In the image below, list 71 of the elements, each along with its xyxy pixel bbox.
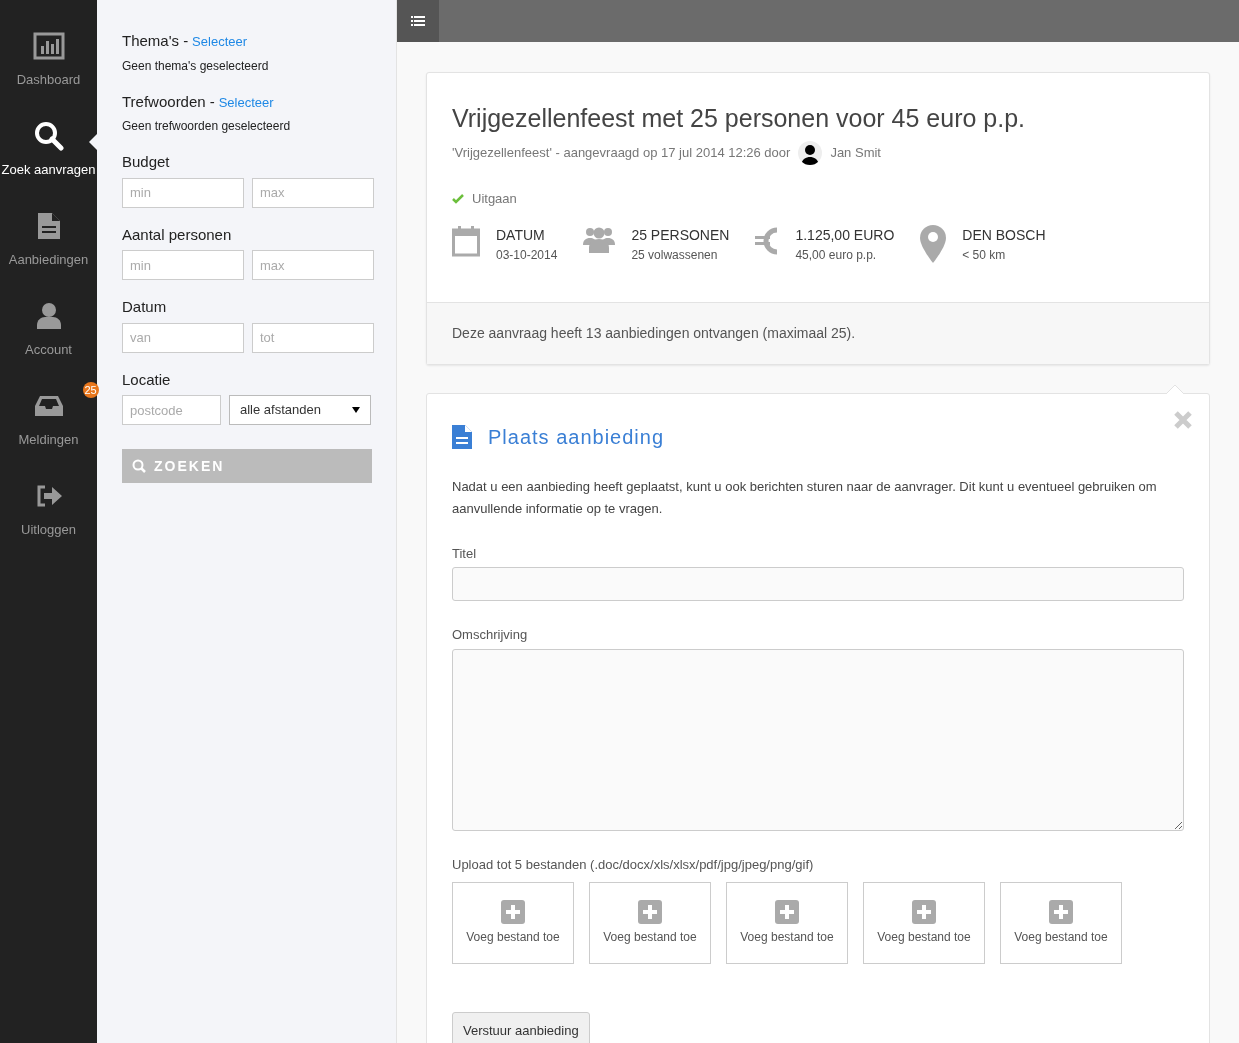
- distance-dropdown[interactable]: alle afstanden: [229, 395, 371, 425]
- postcode-field[interactable]: postcode: [122, 395, 221, 425]
- inbox-icon: [34, 394, 63, 418]
- filter-note: Geen thema's geselecteerd: [122, 57, 270, 75]
- list-icon: [411, 15, 425, 27]
- add-file-button[interactable]: Voeg bestand toe: [1000, 882, 1122, 964]
- dashboard-icon: [32, 32, 65, 60]
- range-field[interactable]: max: [252, 177, 374, 208]
- range-field[interactable]: min: [122, 250, 244, 280]
- check-icon: [452, 193, 464, 204]
- user-icon: [36, 303, 61, 329]
- submit-button[interactable]: Verstuur aanbieding: [452, 1012, 590, 1043]
- upload-label: Upload tot 5 bestanden (.doc/docx/xls/xlsx/pdf/jpg/jpeg/png/gif): [452, 855, 815, 874]
- avatar-silhouette: [798, 141, 823, 165]
- fact-title: 25 PERSONEN: [631, 225, 730, 245]
- nav-item[interactable]: Aanbiedingen: [0, 202, 97, 292]
- nav-item[interactable]: Account: [0, 292, 97, 382]
- plus-icon: [1049, 900, 1073, 924]
- request-title: Vrijgezellenfeest met 25 personen voor 45 euro p.p.: [452, 103, 1027, 133]
- request-meta: 'Vrijgezellenfeest' - aangevraagd op 17 jul 2014 12:26 door: [452, 144, 791, 163]
- fact-detail: < 50 km: [962, 246, 1007, 264]
- form-title: Plaats aanbieding: [488, 424, 664, 450]
- filter-label: Locatie: [122, 369, 172, 390]
- close-icon[interactable]: [1173, 409, 1193, 430]
- offers-note: Deze aanvraag heeft 13 aanbiedingen ontvangen (maximaal 25).: [452, 324, 856, 341]
- range-field[interactable]: van: [122, 322, 244, 353]
- filter-label: Aantal personen: [122, 224, 233, 245]
- fact-detail: 25 volwassenen: [631, 246, 719, 264]
- map-pin-icon: [920, 224, 947, 263]
- select-link[interactable]: Selecteer: [218, 94, 274, 110]
- search-icon: [33, 121, 64, 151]
- fact-title: 1.125,00 EURO: [795, 225, 895, 245]
- filter-note: Geen trefwoorden geselecteerd: [122, 118, 292, 135]
- nav-item[interactable]: Zoek aanvragen: [0, 112, 97, 202]
- calendar-icon: [452, 224, 480, 257]
- filter-label: Thema's -: [122, 32, 189, 49]
- filter-label: Budget: [122, 152, 171, 172]
- add-file-button[interactable]: Voeg bestand toe: [452, 882, 574, 964]
- range-field[interactable]: max: [252, 250, 374, 280]
- search-icon: [132, 459, 146, 473]
- fact-title: DATUM: [496, 225, 546, 245]
- select-link[interactable]: Selecteer: [192, 34, 248, 49]
- add-file-button[interactable]: Voeg bestand toe: [863, 882, 985, 964]
- category-label: Uitgaan: [472, 190, 517, 208]
- caret-icon: [352, 407, 360, 413]
- nav-item[interactable]: 25 Meldingen: [0, 382, 97, 472]
- plus-icon: [638, 900, 662, 924]
- add-file-button[interactable]: Voeg bestand toe: [589, 882, 711, 964]
- menu-button[interactable]: [397, 0, 439, 42]
- document-icon: [37, 213, 60, 239]
- title-field[interactable]: [452, 567, 1184, 601]
- add-file-button[interactable]: Voeg bestand toe: [726, 882, 848, 964]
- plus-icon: [912, 900, 936, 924]
- fact-title: DEN BOSCH: [962, 225, 1046, 245]
- fact-detail: 45,00 euro p.p.: [795, 246, 878, 264]
- requester-link[interactable]: Jan Smit: [830, 143, 881, 163]
- notification-badge: 25: [82, 382, 99, 398]
- filter-label: Datum: [122, 297, 168, 317]
- filter-label: Trefwoorden -: [122, 92, 215, 110]
- fact-detail: 03-10-2014: [496, 246, 558, 264]
- field-label: Omschrijving: [452, 626, 529, 644]
- nav-item[interactable]: Dashboard: [0, 22, 97, 112]
- document-icon: [452, 424, 472, 449]
- plus-icon: [501, 900, 525, 924]
- range-field[interactable]: tot: [252, 322, 374, 353]
- nav-item[interactable]: Uitloggen: [0, 472, 97, 562]
- range-field[interactable]: min: [122, 177, 244, 208]
- plus-icon: [775, 900, 799, 924]
- form-intro: Nadat u een aanbieding heeft geplaatst, kunt u ook berichten sturen naar de aanvrager. Dit kunt u eventueel gebruiken om aanvullende informatie op te vragen.: [452, 477, 1158, 518]
- field-label: Titel: [452, 544, 478, 563]
- description-field[interactable]: [452, 648, 1184, 831]
